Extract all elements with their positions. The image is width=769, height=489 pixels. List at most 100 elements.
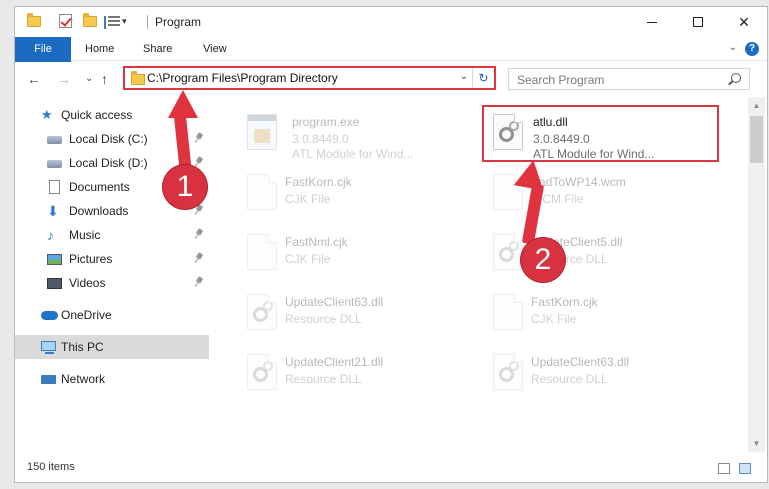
nav-item-music[interactable]: ♪ Music bbox=[15, 223, 209, 247]
address-folder-icon bbox=[131, 71, 145, 85]
drive-icon bbox=[47, 136, 62, 144]
search-input[interactable]: Search Program bbox=[508, 68, 750, 90]
customize-toolbar-chevron-icon[interactable]: ▾ bbox=[122, 16, 127, 32]
title-separator bbox=[147, 15, 148, 29]
address-row: ← → ⌄ ↑ C:\Program Files\Program Directo… bbox=[15, 62, 767, 96]
nav-label: This PC bbox=[61, 340, 104, 354]
new-folder-icon[interactable] bbox=[83, 13, 97, 32]
nav-label: Network bbox=[61, 372, 106, 386]
drive-icon bbox=[47, 160, 62, 168]
pin-icon[interactable] bbox=[195, 133, 204, 144]
file-type: CJK File bbox=[285, 192, 331, 206]
scroll-thumb[interactable] bbox=[750, 116, 763, 163]
title-bar: ▾ Program ✕ bbox=[15, 7, 767, 37]
annotation-arrow-1-head bbox=[168, 90, 198, 118]
dll-gear-icon bbox=[493, 234, 523, 270]
network-icon bbox=[41, 375, 56, 384]
folder-icon bbox=[27, 13, 41, 32]
file-item-updateclient63-dll[interactable]: UpdateClient63.dll Resource DLL bbox=[237, 287, 477, 341]
file-name: FastNml.cjk bbox=[285, 235, 348, 249]
file-name: FastKorn.cjk bbox=[285, 175, 352, 189]
nav-network[interactable]: Network bbox=[15, 367, 209, 391]
properties-check-icon[interactable] bbox=[59, 14, 72, 30]
vertical-scrollbar[interactable]: ▲ ▼ bbox=[748, 97, 765, 452]
close-icon: ✕ bbox=[738, 13, 750, 30]
pin-icon[interactable] bbox=[195, 205, 204, 216]
explorer-window: ▾ Program ✕ File Home Share View ⌄ ? ← →… bbox=[14, 6, 768, 483]
annotation-step-2-badge: 2 bbox=[521, 238, 565, 282]
nav-onedrive[interactable]: OneDrive bbox=[15, 303, 209, 327]
properties-icon[interactable] bbox=[104, 14, 120, 30]
status-bar: 150 items bbox=[15, 453, 767, 482]
close-button[interactable]: ✕ bbox=[721, 7, 767, 37]
atlu-dll-highlight-box bbox=[482, 105, 719, 162]
scroll-down-icon[interactable]: ▼ bbox=[748, 435, 765, 452]
nav-this-pc[interactable]: This PC bbox=[15, 335, 209, 359]
search-icon bbox=[731, 73, 741, 83]
nav-label: Quick access bbox=[61, 108, 133, 122]
scroll-up-icon[interactable]: ▲ bbox=[748, 97, 765, 114]
file-description: ATL Module for Wind... bbox=[292, 147, 414, 161]
file-name: UpdateClient63.dll bbox=[285, 295, 384, 309]
ribbon: File Home Share View ⌄ ? bbox=[15, 37, 767, 91]
address-bar[interactable]: C:\Program Files\Program Directory ⌄ ↻ bbox=[123, 66, 496, 90]
file-name: UpdateClient63.dll bbox=[531, 355, 630, 369]
large-icons-view-icon[interactable] bbox=[739, 463, 751, 474]
nav-item-pictures[interactable]: Pictures bbox=[15, 247, 209, 271]
file-item-fastnml-cjk[interactable]: FastNml.cjk CJK File bbox=[237, 227, 477, 281]
address-path[interactable]: C:\Program Files\Program Directory bbox=[147, 71, 338, 85]
onedrive-cloud-icon bbox=[41, 311, 58, 320]
maximize-button[interactable] bbox=[675, 7, 721, 37]
dll-gear-icon bbox=[493, 354, 523, 390]
star-icon: ★ bbox=[41, 107, 53, 122]
document-file-icon bbox=[493, 294, 523, 330]
forward-button[interactable]: → bbox=[57, 71, 71, 87]
recent-locations-chevron-icon[interactable]: ⌄ bbox=[85, 73, 93, 84]
file-type: CJK File bbox=[531, 312, 577, 326]
nav-label: Documents bbox=[69, 180, 130, 194]
file-item-program-exe[interactable]: program.exe 3.0.8449.0 ATL Module for Wi… bbox=[237, 107, 477, 161]
nav-label: Local Disk (C:) bbox=[69, 132, 148, 146]
file-item-updateclient63-dll-2[interactable]: UpdateClient63.dll Resource DLL bbox=[483, 347, 723, 401]
file-type: Resource DLL bbox=[531, 372, 608, 386]
document-file-icon bbox=[247, 234, 277, 270]
window-title: Program bbox=[155, 15, 202, 29]
file-name: program.exe bbox=[292, 115, 360, 129]
nav-label: OneDrive bbox=[61, 308, 112, 322]
tab-view[interactable]: View bbox=[203, 37, 227, 61]
details-view-icon[interactable] bbox=[718, 463, 730, 474]
file-name: FastKorn.cjk bbox=[531, 295, 598, 309]
nav-label: Videos bbox=[69, 276, 106, 290]
file-item-fastkorn-cjk[interactable]: FastKorn.cjk CJK File bbox=[237, 167, 477, 221]
search-placeholder: Search Program bbox=[517, 73, 605, 87]
maximize-icon bbox=[693, 17, 703, 27]
item-count: 150 items bbox=[27, 461, 75, 473]
file-item-updateclient21-dll[interactable]: UpdateClient21.dll Resource DLL bbox=[237, 347, 477, 401]
file-item-updateclient5-dll[interactable]: UpdateClient5.dll Resource DLL bbox=[483, 227, 723, 281]
pin-icon[interactable] bbox=[195, 229, 204, 240]
back-button[interactable]: ← bbox=[27, 71, 41, 87]
expand-ribbon-chevron-icon[interactable]: ⌄ bbox=[729, 42, 737, 53]
computer-stand bbox=[45, 352, 54, 354]
dll-gear-icon bbox=[247, 354, 277, 390]
file-type: CJK File bbox=[285, 252, 331, 266]
help-icon[interactable]: ? bbox=[745, 42, 759, 56]
up-button[interactable]: ↑ bbox=[101, 71, 108, 87]
pin-icon[interactable] bbox=[195, 157, 204, 168]
file-version: 3.0.8449.0 bbox=[292, 132, 349, 146]
tab-home[interactable]: Home bbox=[85, 37, 114, 61]
nav-label: Local Disk (D:) bbox=[69, 156, 148, 170]
documents-icon bbox=[49, 180, 60, 194]
address-dropdown-chevron-icon[interactable]: ⌄ bbox=[460, 71, 468, 82]
refresh-icon[interactable]: ↻ bbox=[472, 68, 494, 88]
minimize-icon bbox=[647, 21, 657, 23]
minimize-button[interactable] bbox=[629, 7, 675, 37]
pin-icon[interactable] bbox=[195, 277, 204, 288]
nav-label: Downloads bbox=[69, 204, 129, 218]
tab-share[interactable]: Share bbox=[143, 37, 172, 61]
nav-item-videos[interactable]: Videos bbox=[15, 271, 209, 295]
pin-icon[interactable] bbox=[195, 253, 204, 264]
computer-icon bbox=[41, 341, 56, 351]
music-icon: ♪ bbox=[47, 227, 54, 243]
file-item-fastkorn-cjk-2[interactable]: FastKorn.cjk CJK File bbox=[483, 287, 723, 341]
